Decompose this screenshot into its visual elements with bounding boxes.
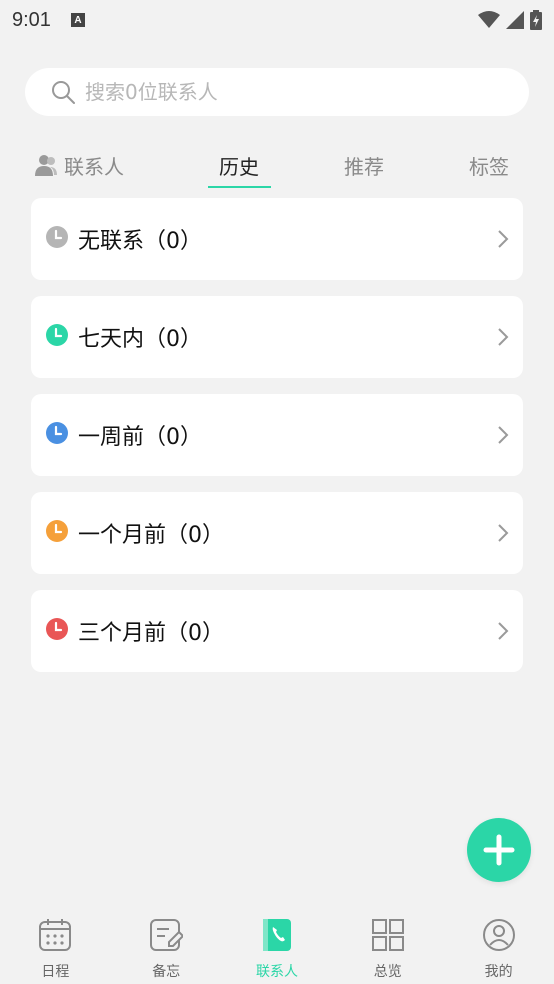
search-bar[interactable] (25, 68, 529, 116)
nav-memo[interactable]: 备忘 (111, 906, 222, 984)
history-group-within-seven-days[interactable]: 七天内（0） (31, 296, 523, 378)
clock-icon (46, 226, 68, 248)
nav-overview-label: 总览 (373, 964, 402, 980)
nav-overview[interactable]: 总览 (332, 906, 443, 984)
status-left: 9:01 A (12, 9, 85, 32)
contacts-icon (262, 919, 291, 951)
history-group-label: 七天内（0） (78, 327, 202, 352)
battery-icon (530, 10, 542, 30)
history-group-one-week-ago[interactable]: 一周前（0） (31, 394, 523, 476)
chevron-right-icon (498, 230, 509, 248)
history-group-one-month-ago[interactable]: 一个月前（0） (31, 492, 523, 574)
chevron-right-icon (498, 328, 509, 346)
status-right (478, 10, 542, 30)
clock-icon (46, 618, 68, 640)
nav-contacts[interactable]: 联系人 (222, 906, 333, 984)
notification-a-icon: A (70, 13, 85, 27)
tab-recommend-label: 推荐 (344, 154, 384, 179)
calendar-icon (39, 919, 72, 951)
nav-schedule[interactable]: 日程 (0, 906, 111, 984)
tab-recommend[interactable]: 推荐 (344, 150, 384, 180)
history-group-label: 一个月前（0） (78, 523, 224, 548)
tab-history-label: 历史 (219, 154, 259, 179)
history-group-no-contact[interactable]: 无联系（0） (31, 198, 523, 280)
chevron-right-icon (498, 426, 509, 444)
tab-tags[interactable]: 标签 (469, 150, 509, 180)
tab-tags-label: 标签 (469, 154, 509, 179)
clock-icon (46, 520, 68, 542)
person-icon (35, 155, 57, 176)
chevron-right-icon (498, 622, 509, 640)
tab-contacts[interactable]: 联系人 (34, 150, 124, 180)
tab-bar: 联系人 历史 推荐 标签 (0, 140, 554, 192)
nav-memo-label: 备忘 (152, 964, 181, 980)
history-group-label: 无联系（0） (78, 229, 202, 254)
memo-icon (150, 919, 184, 951)
nav-contacts-label: 联系人 (255, 964, 298, 980)
grid-icon (371, 919, 404, 951)
status-time: 9:01 (12, 8, 51, 31)
bottom-nav: 日程 备忘 联系人 总览 我的 (0, 906, 554, 984)
signal-icon (506, 11, 524, 29)
nav-schedule-label: 日程 (41, 964, 70, 980)
plus-icon (483, 834, 515, 866)
tab-contacts-label: 联系人 (64, 154, 124, 179)
profile-icon (482, 919, 515, 951)
history-group-label: 三个月前（0） (78, 621, 224, 646)
search-input[interactable] (85, 80, 485, 104)
active-tab-indicator (208, 186, 271, 188)
clock-icon (46, 324, 68, 346)
chevron-right-icon (498, 524, 509, 542)
tab-history[interactable]: 历史 (219, 150, 259, 180)
nav-profile[interactable]: 我的 (443, 906, 554, 984)
search-icon (52, 81, 75, 104)
wifi-icon (478, 11, 500, 28)
status-bar: 9:01 A (0, 0, 554, 40)
history-group-three-months-ago[interactable]: 三个月前（0） (31, 590, 523, 672)
nav-profile-label: 我的 (484, 964, 513, 980)
history-group-label: 一周前（0） (78, 425, 202, 450)
clock-icon (46, 422, 68, 444)
add-contact-button[interactable] (467, 818, 531, 882)
